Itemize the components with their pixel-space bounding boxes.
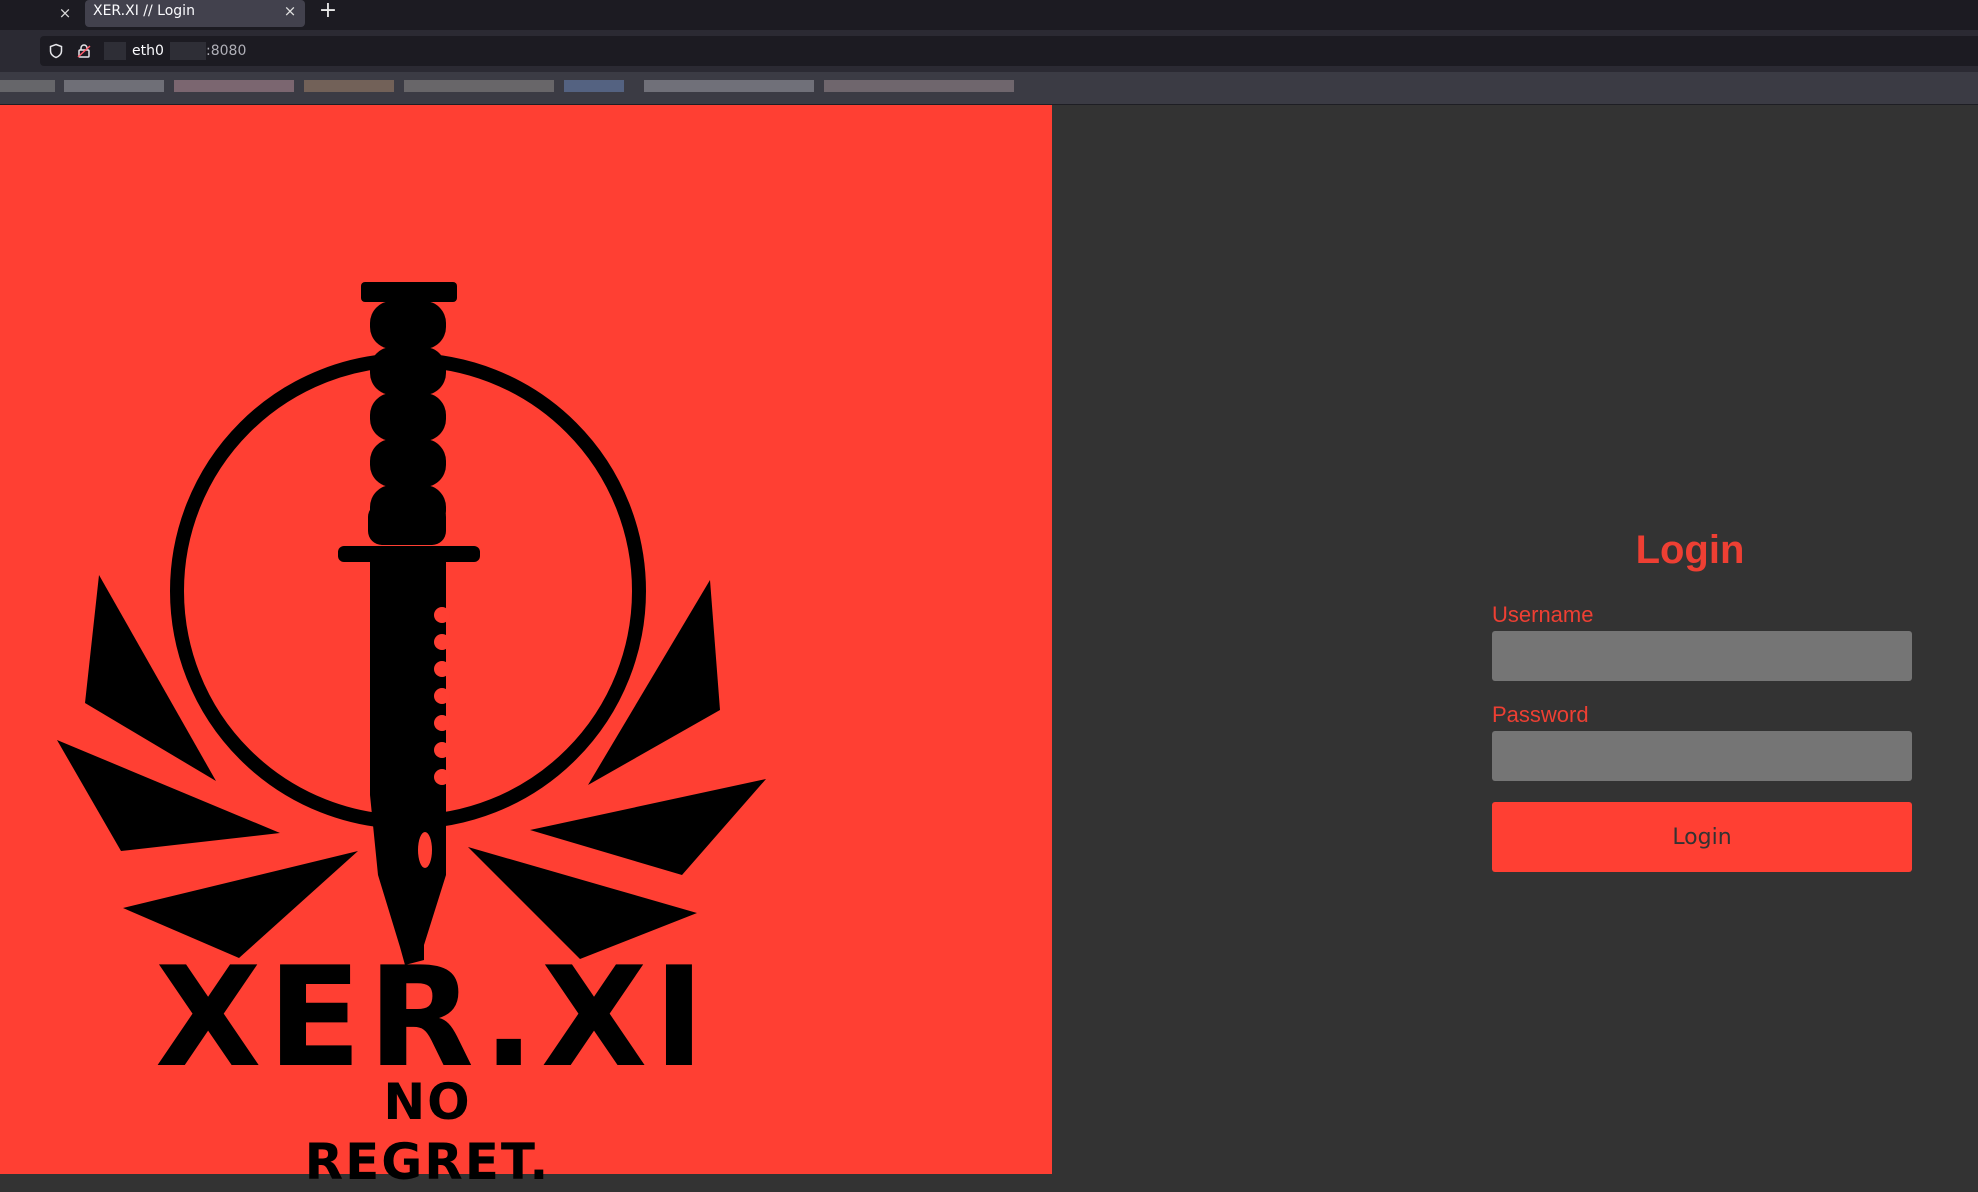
tab-title: XER.XI // Login (93, 3, 195, 19)
username-input[interactable] (1492, 631, 1912, 681)
bookmark-item[interactable] (564, 80, 624, 92)
lock-icon[interactable] (76, 43, 92, 59)
shield-icon[interactable] (48, 43, 64, 59)
bookmark-item[interactable] (0, 80, 55, 92)
brand-panel: XER.XI NO REGRET. (0, 105, 1052, 1191)
close-icon[interactable]: × (56, 4, 74, 22)
new-tab-button[interactable]: + (317, 0, 339, 23)
bookmarks-toolbar (0, 72, 1978, 105)
bookmark-item[interactable] (644, 80, 814, 92)
url-redacted (170, 42, 206, 60)
tab-login[interactable]: XER.XI // Login × (85, 0, 305, 27)
bookmark-item[interactable] (174, 80, 294, 92)
bookmark-item[interactable] (824, 80, 1014, 92)
bookmark-item[interactable] (64, 80, 164, 92)
bookmark-item[interactable] (304, 80, 394, 92)
login-button[interactable]: Login (1492, 802, 1912, 872)
username-label: Username (1492, 602, 1594, 627)
brand-wordmark: XER.XI (155, 937, 711, 1098)
browser-tab-strip: × XER.XI // Login × + (0, 0, 1978, 30)
password-input[interactable] (1492, 731, 1912, 781)
close-icon[interactable]: × (283, 0, 297, 22)
brand-tagline: NO REGRET. (304, 1073, 551, 1191)
address-bar[interactable]: eth0 :8080 (40, 36, 1978, 66)
login-title: Login (1635, 528, 1745, 572)
bookmark-item[interactable] (404, 80, 554, 92)
url-host: eth0 (132, 43, 164, 59)
url-redacted (104, 42, 126, 60)
url-port: :8080 (206, 43, 247, 59)
password-label: Password (1492, 702, 1589, 727)
browser-navbar: eth0 :8080 (0, 30, 1978, 72)
